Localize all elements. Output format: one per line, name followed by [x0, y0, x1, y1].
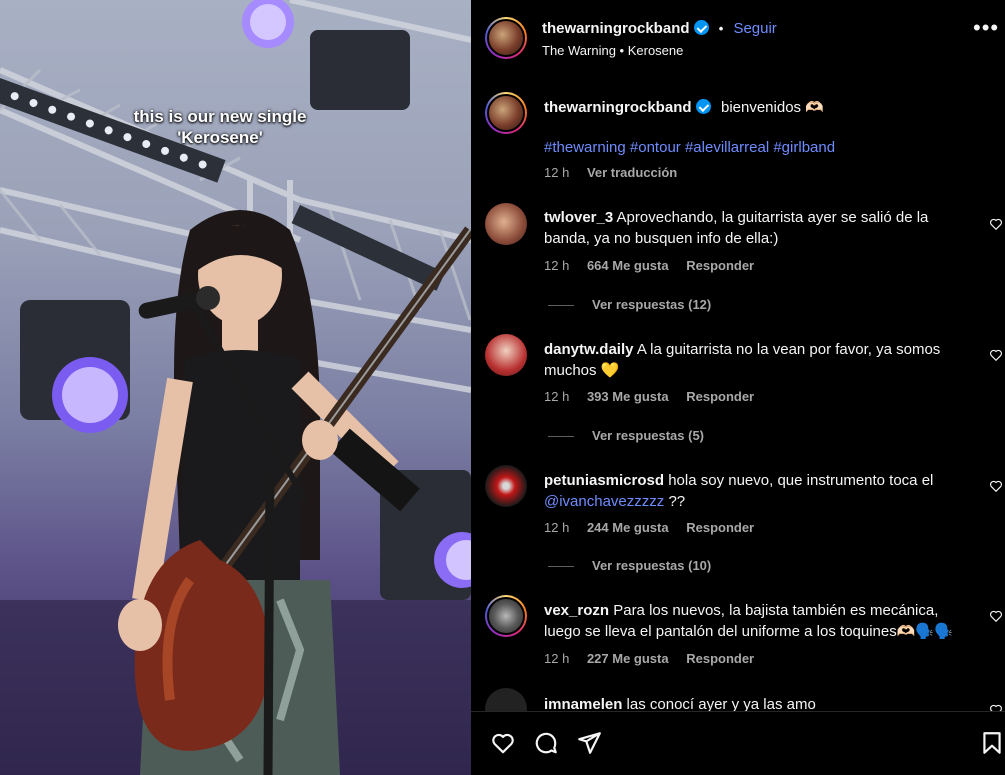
view-replies-button[interactable]: Ver respuestas (10) — [548, 558, 711, 573]
comment-likes-count[interactable]: 664 Me gusta — [587, 258, 669, 273]
comment-item: petuniasmicrosd hola soy nuevo, que inst… — [544, 470, 974, 512]
comment-username[interactable]: twlover_3 — [544, 209, 613, 226]
comment-text-end: ?? — [668, 493, 686, 510]
verified-badge-icon — [693, 20, 709, 35]
share-icon[interactable] — [576, 730, 602, 756]
comment-item: danytw.daily A la guitarrista no la vean… — [544, 339, 974, 381]
reply-button[interactable]: Responder — [686, 389, 754, 404]
hashtag-link[interactable]: #alevillarreal — [685, 139, 769, 156]
comment-like-heart-icon[interactable] — [989, 479, 1003, 493]
hashtag-link[interactable]: #thewarning — [544, 139, 626, 156]
caption-username[interactable]: thewarningrockband — [544, 99, 692, 116]
caption-line-2: 'Kerosene' — [177, 128, 263, 147]
comment-username[interactable]: danytw.daily — [544, 341, 633, 358]
video-caption: this is our new single 'Kerosene' — [100, 106, 340, 148]
follow-button[interactable]: Seguir — [733, 20, 776, 37]
comment-like-heart-icon[interactable] — [989, 609, 1003, 623]
comment-like-heart-icon[interactable] — [989, 348, 1003, 362]
comment-likes-count[interactable]: 227 Me gusta — [587, 651, 669, 666]
comment-meta: 12 h 244 Me gusta Responder — [544, 520, 768, 535]
post-caption: thewarningrockband bienvenidos 🫶🏻 — [544, 97, 984, 118]
comment-time: 12 h — [544, 651, 570, 666]
post-details-panel: thewarningrockband • Seguir The Warning … — [471, 0, 1005, 775]
comment-likes-count[interactable]: 244 Me gusta — [587, 520, 669, 535]
reply-button[interactable]: Responder — [686, 651, 754, 666]
more-options-icon[interactable]: ••• — [973, 17, 998, 42]
comment-text: hola soy nuevo, que instrumento toca el — [668, 472, 934, 489]
post-header: thewarningrockband • Seguir — [542, 20, 777, 37]
caption-line-1: this is our new single — [133, 107, 307, 126]
comment-time: 12 h — [544, 520, 570, 535]
view-replies-button[interactable]: Ver respuestas (12) — [548, 297, 711, 312]
caption-author-avatar[interactable] — [485, 92, 527, 134]
comment-username[interactable]: vex_rozn — [544, 602, 609, 619]
heart-icon[interactable] — [490, 730, 516, 756]
separator-dot: • — [718, 21, 724, 36]
reply-button[interactable]: Responder — [686, 258, 754, 273]
verified-badge-icon — [695, 99, 711, 114]
see-translation-link[interactable]: Ver traducción — [587, 165, 677, 180]
author-avatar[interactable] — [485, 17, 527, 59]
comment-like-heart-icon[interactable] — [989, 217, 1003, 231]
reply-button[interactable]: Responder — [686, 520, 754, 535]
comment-likes-count[interactable]: 393 Me gusta — [587, 389, 669, 404]
commenter-avatar[interactable] — [485, 203, 527, 245]
commenter-avatar[interactable] — [485, 595, 527, 637]
comment-item: vex_rozn Para los nuevos, la bajista tam… — [544, 600, 974, 642]
post-media-video[interactable]: this is our new single 'Kerosene' — [0, 0, 471, 775]
comment-username[interactable]: petuniasmicrosd — [544, 472, 664, 489]
comment-time: 12 h — [544, 389, 570, 404]
comment-meta: 12 h 227 Me gusta Responder — [544, 651, 768, 666]
comment-item: twlover_3 Aprovechando, la guitarrista a… — [544, 207, 974, 249]
comment-meta: 12 h 664 Me gusta Responder — [544, 258, 768, 273]
commenter-avatar[interactable] — [485, 334, 527, 376]
hashtag-link[interactable]: #girlband — [773, 139, 835, 156]
comment-time: 12 h — [544, 258, 570, 273]
caption-text: bienvenidos 🫶🏻 — [720, 99, 824, 116]
caption-time: 12 h — [544, 165, 570, 180]
post-action-bar — [471, 711, 1005, 775]
caption-meta: 12 h Ver traducción — [544, 165, 691, 180]
post-audio-subtitle[interactable]: The Warning • Kerosene — [542, 43, 683, 58]
author-username[interactable]: thewarningrockband — [542, 20, 690, 37]
hashtag-link[interactable]: #ontour — [630, 139, 681, 156]
caption-hashtags: #thewarning #ontour #alevillarreal #girl… — [544, 137, 835, 158]
view-replies-button[interactable]: Ver respuestas (5) — [548, 428, 704, 443]
commenter-avatar[interactable] — [485, 465, 527, 507]
comment-icon[interactable] — [533, 730, 559, 756]
comment-meta: 12 h 393 Me gusta Responder — [544, 389, 768, 404]
bookmark-icon[interactable] — [979, 730, 1005, 756]
mention-link[interactable]: @ivanchavezzzzz — [544, 493, 664, 510]
